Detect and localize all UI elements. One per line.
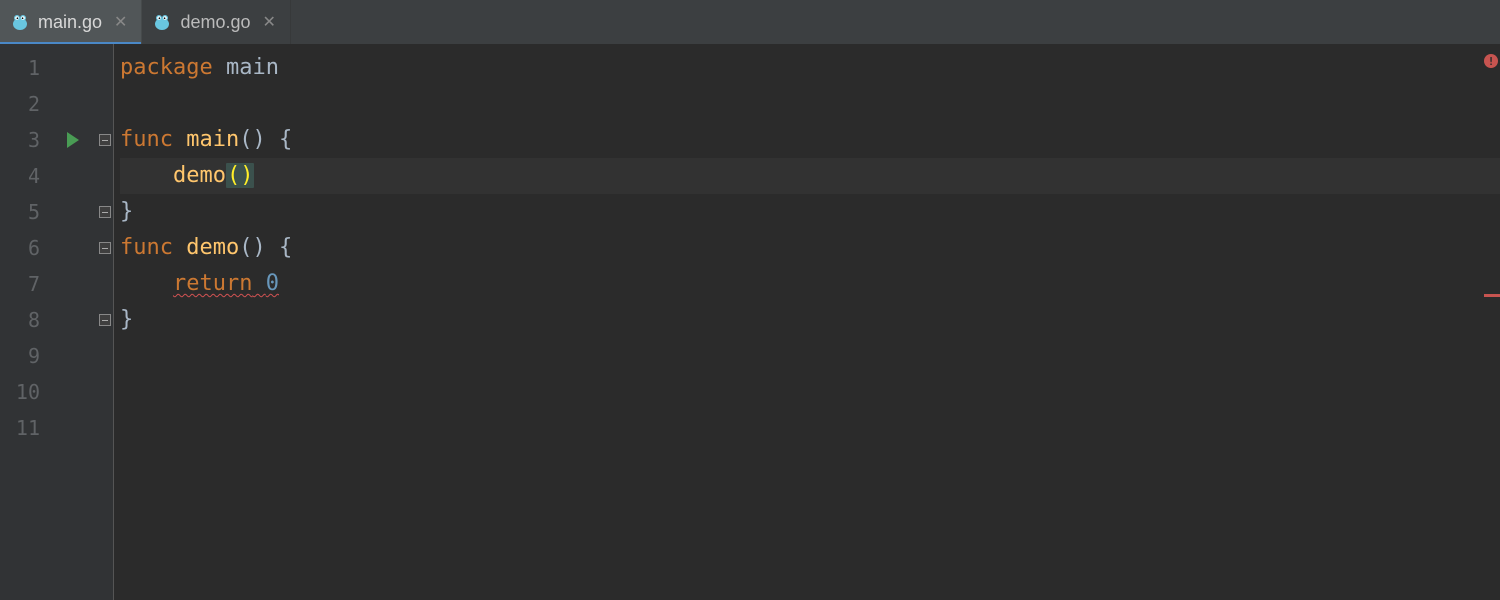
run-main-button[interactable]: [50, 122, 96, 158]
code-line[interactable]: }: [120, 194, 1500, 230]
number-literal: 0: [266, 271, 279, 296]
keyword-package: package: [120, 55, 213, 80]
keyword-func: func: [120, 235, 173, 260]
code-line[interactable]: [120, 86, 1500, 122]
tab-main-go[interactable]: main.go ✕: [0, 0, 142, 44]
func-signature: () {: [239, 235, 292, 260]
code-line[interactable]: [120, 338, 1500, 374]
tab-label: main.go: [38, 12, 102, 33]
keyword-return: return: [173, 271, 252, 296]
fold-end-icon[interactable]: [99, 314, 111, 326]
fold-gutter: [96, 44, 114, 600]
close-icon[interactable]: ✕: [114, 12, 127, 32]
play-icon: [67, 132, 79, 148]
code-line[interactable]: [120, 410, 1500, 446]
line-number: 11: [0, 410, 50, 446]
tab-label: demo.go: [180, 12, 250, 33]
code-area[interactable]: package main func main() { demo() } func…: [114, 44, 1500, 600]
brace-close: }: [120, 199, 133, 224]
run-gutter: [50, 44, 96, 600]
line-number: 7: [0, 266, 50, 302]
line-number: 4: [0, 158, 50, 194]
tab-demo-go[interactable]: demo.go ✕: [142, 0, 290, 44]
code-line[interactable]: }: [120, 302, 1500, 338]
line-number: 1: [0, 50, 50, 86]
code-line[interactable]: return 0: [120, 266, 1500, 302]
go-file-icon: [10, 12, 30, 32]
go-file-icon: [152, 12, 172, 32]
fold-toggle-icon[interactable]: [99, 134, 111, 146]
keyword-func: func: [120, 127, 173, 152]
func-name-main: main: [186, 127, 239, 152]
code-line[interactable]: func main() {: [120, 122, 1500, 158]
line-number: 3: [0, 122, 50, 158]
close-icon[interactable]: ✕: [263, 12, 276, 32]
code-line[interactable]: [120, 374, 1500, 410]
func-signature: () {: [239, 127, 292, 152]
code-line[interactable]: package main: [120, 50, 1500, 86]
line-number: 10: [0, 374, 50, 410]
package-name: main: [226, 55, 279, 80]
line-number: 9: [0, 338, 50, 374]
code-line[interactable]: demo(): [120, 158, 1500, 194]
line-number: 8: [0, 302, 50, 338]
call-demo: demo: [173, 163, 226, 188]
code-editor[interactable]: 1 2 3 4 5 6 7 8 9 10 11 p: [0, 44, 1500, 600]
line-number-gutter: 1 2 3 4 5 6 7 8 9 10 11: [0, 44, 50, 600]
brace-close: }: [120, 307, 133, 332]
line-number: 2: [0, 86, 50, 122]
tab-bar: main.go ✕ demo.go ✕: [0, 0, 1500, 44]
func-name-demo: demo: [186, 235, 239, 260]
fold-toggle-icon[interactable]: [99, 242, 111, 254]
matched-parens: (): [226, 163, 255, 188]
code-line[interactable]: func demo() {: [120, 230, 1500, 266]
line-number: 5: [0, 194, 50, 230]
line-number: 6: [0, 230, 50, 266]
fold-end-icon[interactable]: [99, 206, 111, 218]
